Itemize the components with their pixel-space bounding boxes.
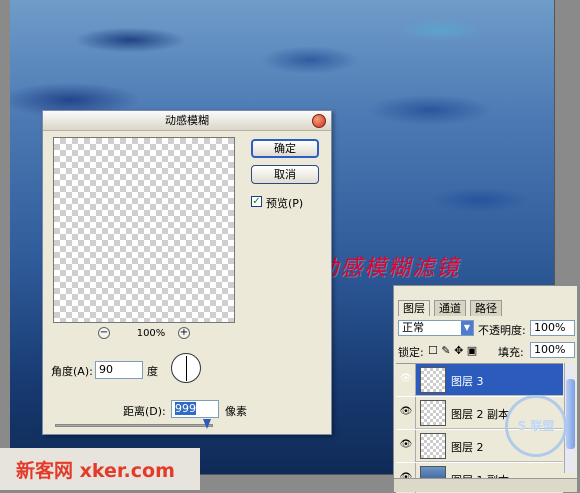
- dialog-title-bar[interactable]: 动感模糊: [43, 111, 331, 131]
- zoom-in-button[interactable]: +: [178, 327, 190, 339]
- tab-channels[interactable]: 通道: [434, 300, 466, 316]
- scrollbar-thumb[interactable]: [566, 379, 575, 449]
- blend-mode-select[interactable]: 正常 ▼: [398, 320, 474, 336]
- visibility-toggle[interactable]: 👁: [396, 397, 416, 429]
- preview-area[interactable]: [53, 137, 235, 323]
- fill-label: 填充:: [498, 346, 524, 359]
- tab-paths[interactable]: 路径: [470, 300, 502, 316]
- eye-icon: 👁: [399, 439, 413, 450]
- distance-label: 距离(D):: [123, 405, 166, 418]
- layers-panel: 图层 通道 路径 正常 ▼ 不透明度: 100% 锁定: ☐ ✎ ✥ ▣ 填充:…: [393, 285, 578, 493]
- tab-layers[interactable]: 图层: [398, 300, 430, 316]
- zoom-out-button[interactable]: −: [98, 327, 110, 339]
- angle-unit: 度: [147, 365, 158, 378]
- layer-row[interactable]: 👁 图层 3: [396, 364, 563, 396]
- angle-dial[interactable]: [171, 353, 201, 383]
- visibility-toggle[interactable]: 👁: [396, 364, 416, 396]
- chevron-down-icon: ▼: [461, 321, 473, 335]
- motion-blur-dialog: 动感模糊 − 100% + 确定 取消 ✓ 预览(P) 角度(A): 90 度 …: [42, 110, 332, 435]
- layer-thumbnail: [420, 367, 446, 393]
- lock-icons[interactable]: ☐ ✎ ✥ ▣: [428, 344, 477, 357]
- cancel-button[interactable]: 取消: [251, 165, 319, 184]
- layer-name: 图层 2: [451, 441, 484, 454]
- layer-thumbnail: [420, 433, 446, 459]
- opacity-input[interactable]: 100%: [530, 320, 575, 336]
- visibility-toggle[interactable]: 👁: [396, 430, 416, 462]
- layer-name: 图层 2 副本: [451, 408, 509, 421]
- ok-button[interactable]: 确定: [251, 139, 319, 158]
- site-watermark: 新客网 xker.com: [0, 448, 200, 490]
- zoom-level: 100%: [136, 328, 166, 339]
- site-seal-logo: S 联盟: [505, 395, 567, 457]
- blend-mode-value: 正常: [402, 321, 424, 334]
- lock-label: 锁定:: [398, 346, 424, 359]
- distance-unit: 像素: [225, 405, 247, 418]
- blend-row: 正常 ▼ 不透明度: 100%: [398, 320, 575, 338]
- panel-footer-toolbar[interactable]: [394, 478, 577, 492]
- preview-checkbox[interactable]: ✓: [251, 196, 262, 207]
- eye-icon: 👁: [399, 406, 413, 417]
- zoom-controls: − 100% +: [98, 327, 198, 341]
- layer-thumbnail: [420, 400, 446, 426]
- distance-value: 999: [175, 402, 196, 415]
- eye-icon: 👁: [399, 373, 413, 384]
- distance-input[interactable]: 999: [171, 400, 219, 418]
- lock-row: 锁定: ☐ ✎ ✥ ▣ 填充: 100%: [398, 342, 575, 360]
- panel-top-bar[interactable]: [394, 286, 577, 300]
- preview-label: 预览(P): [266, 197, 304, 210]
- layer-name: 图层 3: [451, 375, 484, 388]
- fill-input[interactable]: 100%: [530, 342, 575, 358]
- distance-slider-track[interactable]: [55, 424, 213, 427]
- angle-input[interactable]: 90: [95, 361, 143, 379]
- close-icon[interactable]: [312, 114, 326, 128]
- opacity-label: 不透明度:: [478, 324, 526, 337]
- dialog-title: 动感模糊: [165, 114, 209, 127]
- angle-label: 角度(A):: [51, 365, 93, 378]
